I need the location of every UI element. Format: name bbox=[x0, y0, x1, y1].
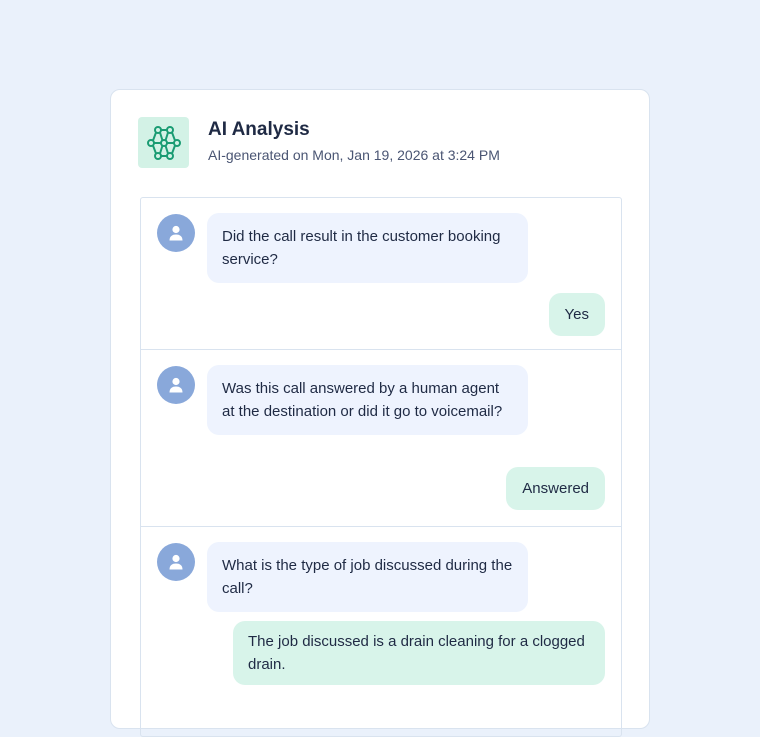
question-bubble: What is the type of job discussed during… bbox=[207, 542, 528, 612]
qa-item: What is the type of job discussed during… bbox=[141, 527, 621, 736]
user-avatar-icon bbox=[157, 214, 195, 252]
user-avatar-icon bbox=[157, 543, 195, 581]
answer-bubble: Answered bbox=[506, 467, 605, 510]
generated-timestamp: AI-generated on Mon, Jan 19, 2026 at 3:2… bbox=[208, 147, 500, 163]
question-bubble: Was this call answered by a human agent … bbox=[207, 365, 528, 435]
user-avatar-icon bbox=[157, 366, 195, 404]
ai-analysis-card: AI Analysis AI-generated on Mon, Jan 19,… bbox=[110, 89, 650, 737]
question-bubble: Did the call result in the customer book… bbox=[207, 213, 528, 283]
qa-thread[interactable]: Did the call result in the customer book… bbox=[140, 197, 622, 737]
card-header: AI Analysis AI-generated on Mon, Jan 19,… bbox=[138, 117, 618, 169]
qa-item: Did the call result in the customer book… bbox=[141, 198, 621, 350]
qa-item: Was this call answered by a human agent … bbox=[141, 350, 621, 527]
page-background: AI Analysis AI-generated on Mon, Jan 19,… bbox=[0, 0, 760, 737]
answer-bubble: The job discussed is a drain cleaning fo… bbox=[233, 621, 605, 685]
card-title: AI Analysis bbox=[208, 119, 310, 140]
network-nodes-icon bbox=[138, 117, 189, 168]
answer-bubble: Yes bbox=[548, 293, 605, 336]
